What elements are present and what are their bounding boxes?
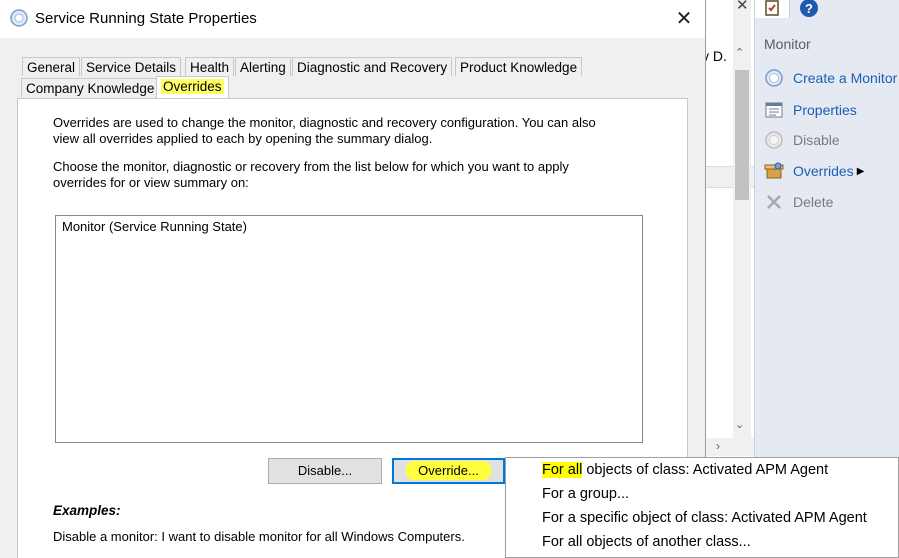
pane-close-icon[interactable]: ✕ <box>736 0 749 14</box>
properties-icon <box>764 100 784 120</box>
overrides-icon <box>764 161 784 181</box>
monitor-listbox[interactable]: Monitor (Service Running State) <box>55 215 643 443</box>
tab-overrides-label: Overrides <box>161 79 224 94</box>
override-context-menu: For all objects of class: Activated APM … <box>505 457 899 558</box>
tasks-clipboard-icon <box>765 0 779 16</box>
menu-item-specific-object[interactable]: For a specific object of class: Activate… <box>542 510 867 526</box>
disable-action[interactable]: Disable <box>764 129 840 151</box>
scroll-right-arrow-icon[interactable]: › <box>716 439 720 453</box>
override-button[interactable]: Override... <box>392 458 505 484</box>
dialog-title: Service Running State Properties <box>35 10 257 27</box>
tab-diagnostic-recovery[interactable]: Diagnostic and Recovery <box>292 57 453 76</box>
examples-heading: Examples: <box>53 503 121 518</box>
tab-company-knowledge[interactable]: Company Knowledge <box>21 78 160 97</box>
delete-icon <box>764 192 784 212</box>
tab-service-details[interactable]: Service Details <box>81 57 182 76</box>
scroll-up-arrow-icon[interactable]: ⌃ <box>735 46 744 59</box>
disable-icon <box>764 130 784 150</box>
results-vertical-scrollbar[interactable]: ✕ ⌃ ⌄ <box>733 0 751 438</box>
example-text: Disable a monitor: I want to disable mon… <box>53 529 465 544</box>
scrollbar-thumb[interactable] <box>735 70 749 200</box>
list-item[interactable]: Monitor (Service Running State) <box>62 219 247 234</box>
close-icon[interactable]: ✕ <box>669 6 699 31</box>
menu-item-all-objects-of-class[interactable]: For all objects of class: Activated APM … <box>542 462 828 478</box>
create-monitor-action[interactable]: Create a Monitor <box>764 67 897 89</box>
menu-item-for-group[interactable]: For a group... <box>542 486 629 502</box>
help-tab[interactable]: ? <box>795 0 821 18</box>
delete-action[interactable]: Delete <box>764 191 833 213</box>
choose-instructions: Choose the monitor, diagnostic or recove… <box>53 159 569 190</box>
overrides-description: Overrides are used to change the monitor… <box>53 115 596 146</box>
tasks-tab[interactable] <box>755 0 790 18</box>
create-monitor-icon <box>764 68 784 88</box>
tab-health[interactable]: Health <box>185 57 235 76</box>
submenu-arrow-icon: ▶ <box>856 165 865 177</box>
results-horizontal-scrollbar[interactable]: › <box>704 438 754 456</box>
disable-button[interactable]: Disable... <box>268 458 382 484</box>
tab-general[interactable]: General <box>22 57 81 76</box>
tab-alerting[interactable]: Alerting <box>235 57 291 76</box>
actions-pane-tabs: ? <box>755 0 899 18</box>
override-button-label: Override... <box>406 461 491 480</box>
overrides-action[interactable]: Overrides ▶ <box>764 160 864 182</box>
scroll-down-arrow-icon[interactable]: ⌄ <box>735 418 744 431</box>
svg-text:?: ? <box>805 1 813 16</box>
actions-pane-title: Monitor <box>764 36 811 52</box>
help-icon: ? <box>800 0 818 17</box>
tab-overrides[interactable]: Overrides <box>156 76 229 98</box>
properties-action[interactable]: Properties <box>764 99 857 121</box>
dialog-title-bar[interactable]: Service Running State Properties ✕ <box>0 0 705 38</box>
menu-item-another-class[interactable]: For all objects of another class... <box>542 534 751 550</box>
tab-product-knowledge[interactable]: Product Knowledge <box>455 57 583 76</box>
monitor-title-icon <box>10 9 28 27</box>
